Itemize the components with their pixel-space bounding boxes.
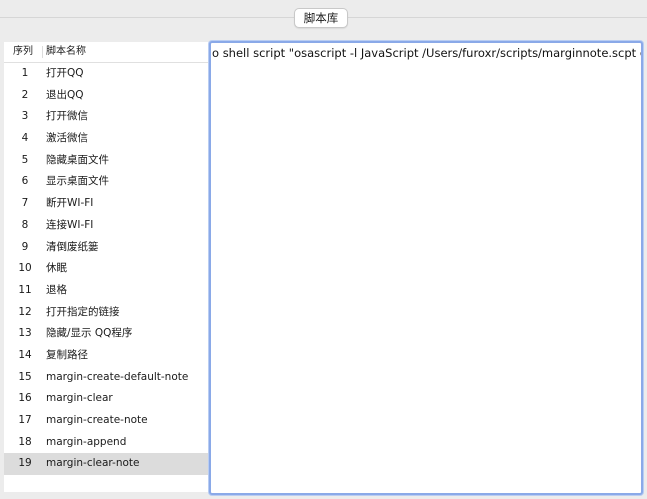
table-row[interactable]: 1 打开QQ <box>4 63 209 85</box>
row-name: 激活微信 <box>46 132 88 145</box>
row-name: 断开WI-FI <box>46 197 94 210</box>
toolbar: 脚本库 <box>0 0 647 28</box>
row-seq: 16 <box>18 392 32 405</box>
row-name: 连接WI-FI <box>46 218 94 231</box>
row-seq: 6 <box>21 175 29 188</box>
script-editor-text[interactable]: o shell script "osascript -l JavaScript … <box>212 46 641 60</box>
row-seq: 11 <box>18 283 32 296</box>
row-name: 复制路径 <box>46 348 88 361</box>
list-header: 序列 脚本名称 <box>4 42 209 63</box>
table-row[interactable]: 9 清倒废纸篓 <box>4 237 209 259</box>
script-library-button[interactable]: 脚本库 <box>294 8 348 28</box>
row-seq: 2 <box>21 88 29 101</box>
row-seq: 5 <box>21 153 29 166</box>
column-header-seq[interactable]: 序列 <box>4 42 42 62</box>
table-row[interactable]: 15 margin-create-default-note <box>4 367 209 389</box>
row-name: 打开微信 <box>46 110 88 123</box>
row-name: margin-clear-note <box>46 457 140 470</box>
script-list: 序列 脚本名称 1 打开QQ 2 退出QQ 3 打开微信 4 激活微信 5 隐藏桌面文件 6 显示桌面… <box>4 42 209 492</box>
row-name: margin-create-note <box>46 414 148 426</box>
table-row[interactable]: 8 连接WI-FI <box>4 215 209 237</box>
row-name: 打开指定的链接 <box>46 305 120 318</box>
table-row[interactable]: 4 激活微信 <box>4 128 209 150</box>
row-name: margin-create-default-note <box>46 370 189 383</box>
row-seq: 15 <box>18 370 32 383</box>
row-name: 隐藏/显示 QQ程序 <box>46 327 133 340</box>
row-seq: 3 <box>21 110 29 123</box>
row-seq: 10 <box>18 262 32 275</box>
table-row[interactable]: 2 退出QQ <box>4 85 209 107</box>
table-row[interactable]: 7 断开WI-FI <box>4 193 209 215</box>
table-row[interactable]: 11 退格 <box>4 280 209 302</box>
row-name: 隐藏桌面文件 <box>46 153 109 166</box>
table-row[interactable]: 13 隐藏/显示 QQ程序 <box>4 323 209 345</box>
table-row[interactable]: 6 显示桌面文件 <box>4 171 209 193</box>
toolbar-divider-left <box>0 17 294 18</box>
row-seq: 9 <box>21 240 29 253</box>
row-seq: 8 <box>21 218 29 231</box>
row-seq: 12 <box>18 305 32 318</box>
row-name: 清倒废纸篓 <box>46 240 99 253</box>
table-row[interactable]: 17 margin-create-note <box>4 410 209 432</box>
row-name: margin-append <box>46 435 127 448</box>
column-header-name[interactable]: 脚本名称 <box>46 42 86 62</box>
row-seq: 13 <box>18 327 32 340</box>
script-editor[interactable]: o shell script "osascript -l JavaScript … <box>209 41 643 495</box>
row-seq: 18 <box>18 435 32 448</box>
list-rows: 1 打开QQ 2 退出QQ 3 打开微信 4 激活微信 5 隐藏桌面文件 6 显示桌面文件 7 断开WI-… <box>4 63 209 476</box>
table-row[interactable]: 10 休眠 <box>4 258 209 280</box>
table-row[interactable]: 12 打开指定的链接 <box>4 302 209 324</box>
toolbar-divider-right <box>347 17 647 18</box>
row-seq: 19 <box>18 457 32 470</box>
table-row[interactable]: 14 复制路径 <box>4 345 209 367</box>
table-row[interactable]: 16 margin-clear <box>4 388 209 410</box>
column-separator <box>42 46 43 58</box>
app-window: 脚本库 序列 脚本名称 1 打开QQ 2 退出QQ 3 打开微信 4 激活微信 5 隐藏桌面文件 6… <box>0 0 647 499</box>
row-seq: 1 <box>21 67 29 79</box>
row-seq: 7 <box>21 197 29 210</box>
table-row[interactable]: 19 margin-clear-note <box>4 453 209 476</box>
row-seq: 17 <box>18 414 32 426</box>
row-name: 休眠 <box>46 262 67 275</box>
row-name: 显示桌面文件 <box>46 175 109 188</box>
row-name: 退格 <box>46 283 67 296</box>
table-row[interactable]: 5 隐藏桌面文件 <box>4 150 209 172</box>
row-name: 打开QQ <box>46 67 84 79</box>
row-name: 退出QQ <box>46 88 84 101</box>
table-row[interactable]: 18 margin-append <box>4 432 209 454</box>
row-name: margin-clear <box>46 392 113 405</box>
table-row[interactable]: 3 打开微信 <box>4 106 209 128</box>
row-seq: 14 <box>18 348 32 361</box>
row-seq: 4 <box>21 132 29 145</box>
